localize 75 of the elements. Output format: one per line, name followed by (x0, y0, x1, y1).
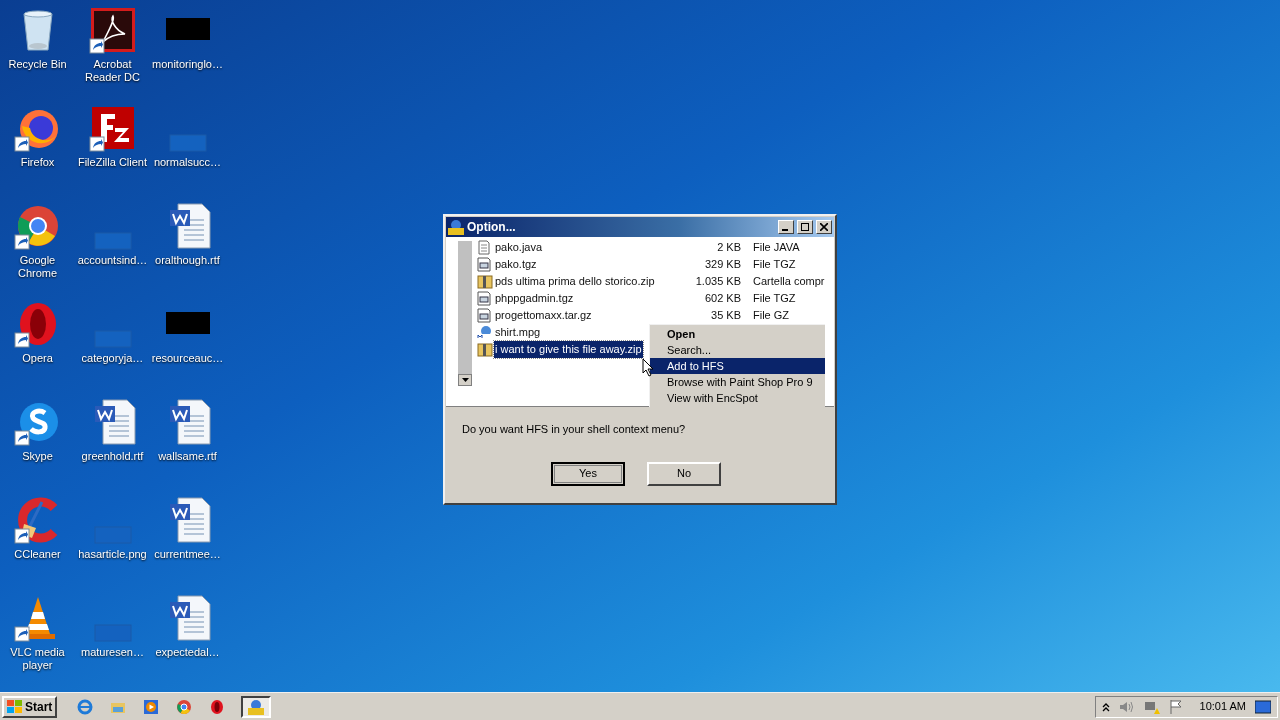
icon-label[interactable]: categoryja… (75, 352, 150, 365)
icon-label[interactable]: Acrobat Reader DC (75, 58, 150, 84)
browser-e-icon[interactable] (77, 698, 94, 715)
icon-label[interactable]: accountsind… (75, 254, 150, 267)
hfs-app-icon (448, 219, 464, 235)
chevron-up-icon[interactable] (1101, 701, 1110, 712)
windows-logo-icon (7, 699, 23, 714)
opera-icon[interactable] (209, 698, 226, 715)
icon-label[interactable]: Google Chrome (0, 254, 75, 280)
file-size: 329 KB (703, 257, 741, 273)
start-button[interactable]: Start (2, 695, 58, 718)
file-name[interactable]: shirt.mpg (494, 324, 542, 341)
question-text: Do you want HFS in your shell context menu? (462, 422, 687, 437)
file-name[interactable]: progettomaxx.tar.gz (494, 307, 593, 324)
icon-label[interactable]: normalsucc… (150, 156, 225, 169)
icon-label[interactable]: currentmee… (150, 548, 225, 561)
media-player-icon[interactable] (143, 698, 160, 715)
icon-label[interactable]: greenhold.rtf (75, 450, 150, 463)
icon-label[interactable]: monitoringlo… (150, 58, 225, 71)
file-name[interactable]: pako.tgz (494, 256, 538, 273)
scrollbar[interactable] (458, 241, 472, 386)
file-type: File TGZ (753, 291, 796, 307)
file-size: 602 KB (703, 291, 741, 307)
hfs-task-button[interactable] (241, 695, 272, 718)
text-file-icon (477, 240, 491, 255)
minimize-button[interactable] (778, 220, 794, 234)
menu-item[interactable]: Add to HFS (650, 358, 825, 374)
icon-label[interactable]: CCleaner (0, 548, 75, 561)
maximize-icon (801, 223, 809, 231)
flag-icon[interactable] (1168, 698, 1183, 715)
menu-item[interactable]: Open (650, 326, 825, 342)
icon-label[interactable]: Opera (0, 352, 75, 365)
window-title: Option... (467, 219, 516, 236)
file-name[interactable]: pds ultima prima dello storico.zip (494, 273, 656, 290)
icon-label[interactable]: Firefox (0, 156, 75, 169)
file-name[interactable]: i want to give this file away.zip (494, 341, 643, 358)
clock[interactable]: 10:01 AM (1199, 698, 1246, 715)
down-arrow-icon (461, 378, 469, 382)
hfs-app-icon (247, 698, 266, 715)
zip-folder-icon (477, 274, 493, 289)
chrome-icon[interactable] (176, 698, 193, 715)
icon-label[interactable]: resourceauc… (150, 352, 225, 365)
icon-label[interactable]: expectedal… (150, 646, 225, 659)
archive-file-icon (477, 291, 491, 306)
icon-label[interactable]: VLC media player (0, 646, 75, 672)
icon-label[interactable]: Skype (0, 450, 75, 463)
file-size: 2 KB (716, 240, 741, 256)
menu-item[interactable]: Browse with Paint Shop Pro 9 (650, 374, 825, 390)
close-button[interactable] (816, 220, 832, 234)
file-type: File GZ (753, 308, 790, 324)
maximize-button[interactable] (797, 220, 813, 234)
dialog-button[interactable]: Yes (551, 461, 625, 486)
video-file-icon (477, 325, 493, 340)
menu-item[interactable]: View with EncSpot (650, 390, 825, 406)
mouse-cursor-icon (642, 358, 654, 377)
close-icon (820, 223, 828, 231)
show-desktop-icon[interactable] (1255, 699, 1271, 714)
dialog-button[interactable]: No (647, 461, 721, 486)
archive-file-icon (477, 257, 491, 272)
file-name[interactable]: pako.java (494, 239, 544, 256)
file-name[interactable]: phppgadmin.tgz (494, 290, 575, 307)
icon-label[interactable]: maturesen… (75, 646, 150, 659)
file-type: Cartella compr (753, 274, 825, 290)
zip-folder-icon (477, 342, 493, 357)
menu-item[interactable]: Search... (650, 342, 825, 358)
icon-label[interactable]: wallsame.rtf (150, 450, 225, 463)
icon-label[interactable]: FileZilla Client (75, 156, 150, 169)
archive-file-icon (477, 308, 491, 323)
file-type: File TGZ (753, 257, 796, 273)
file-type: File JAVA (753, 240, 800, 256)
icon-label[interactable]: oralthough.rtf (150, 254, 225, 267)
icon-label[interactable]: Recycle Bin (0, 58, 75, 71)
file-size: 35 KB (710, 308, 741, 324)
file-size: 1.035 KB (694, 274, 741, 290)
icon-label[interactable]: hasarticle.png (75, 548, 150, 561)
